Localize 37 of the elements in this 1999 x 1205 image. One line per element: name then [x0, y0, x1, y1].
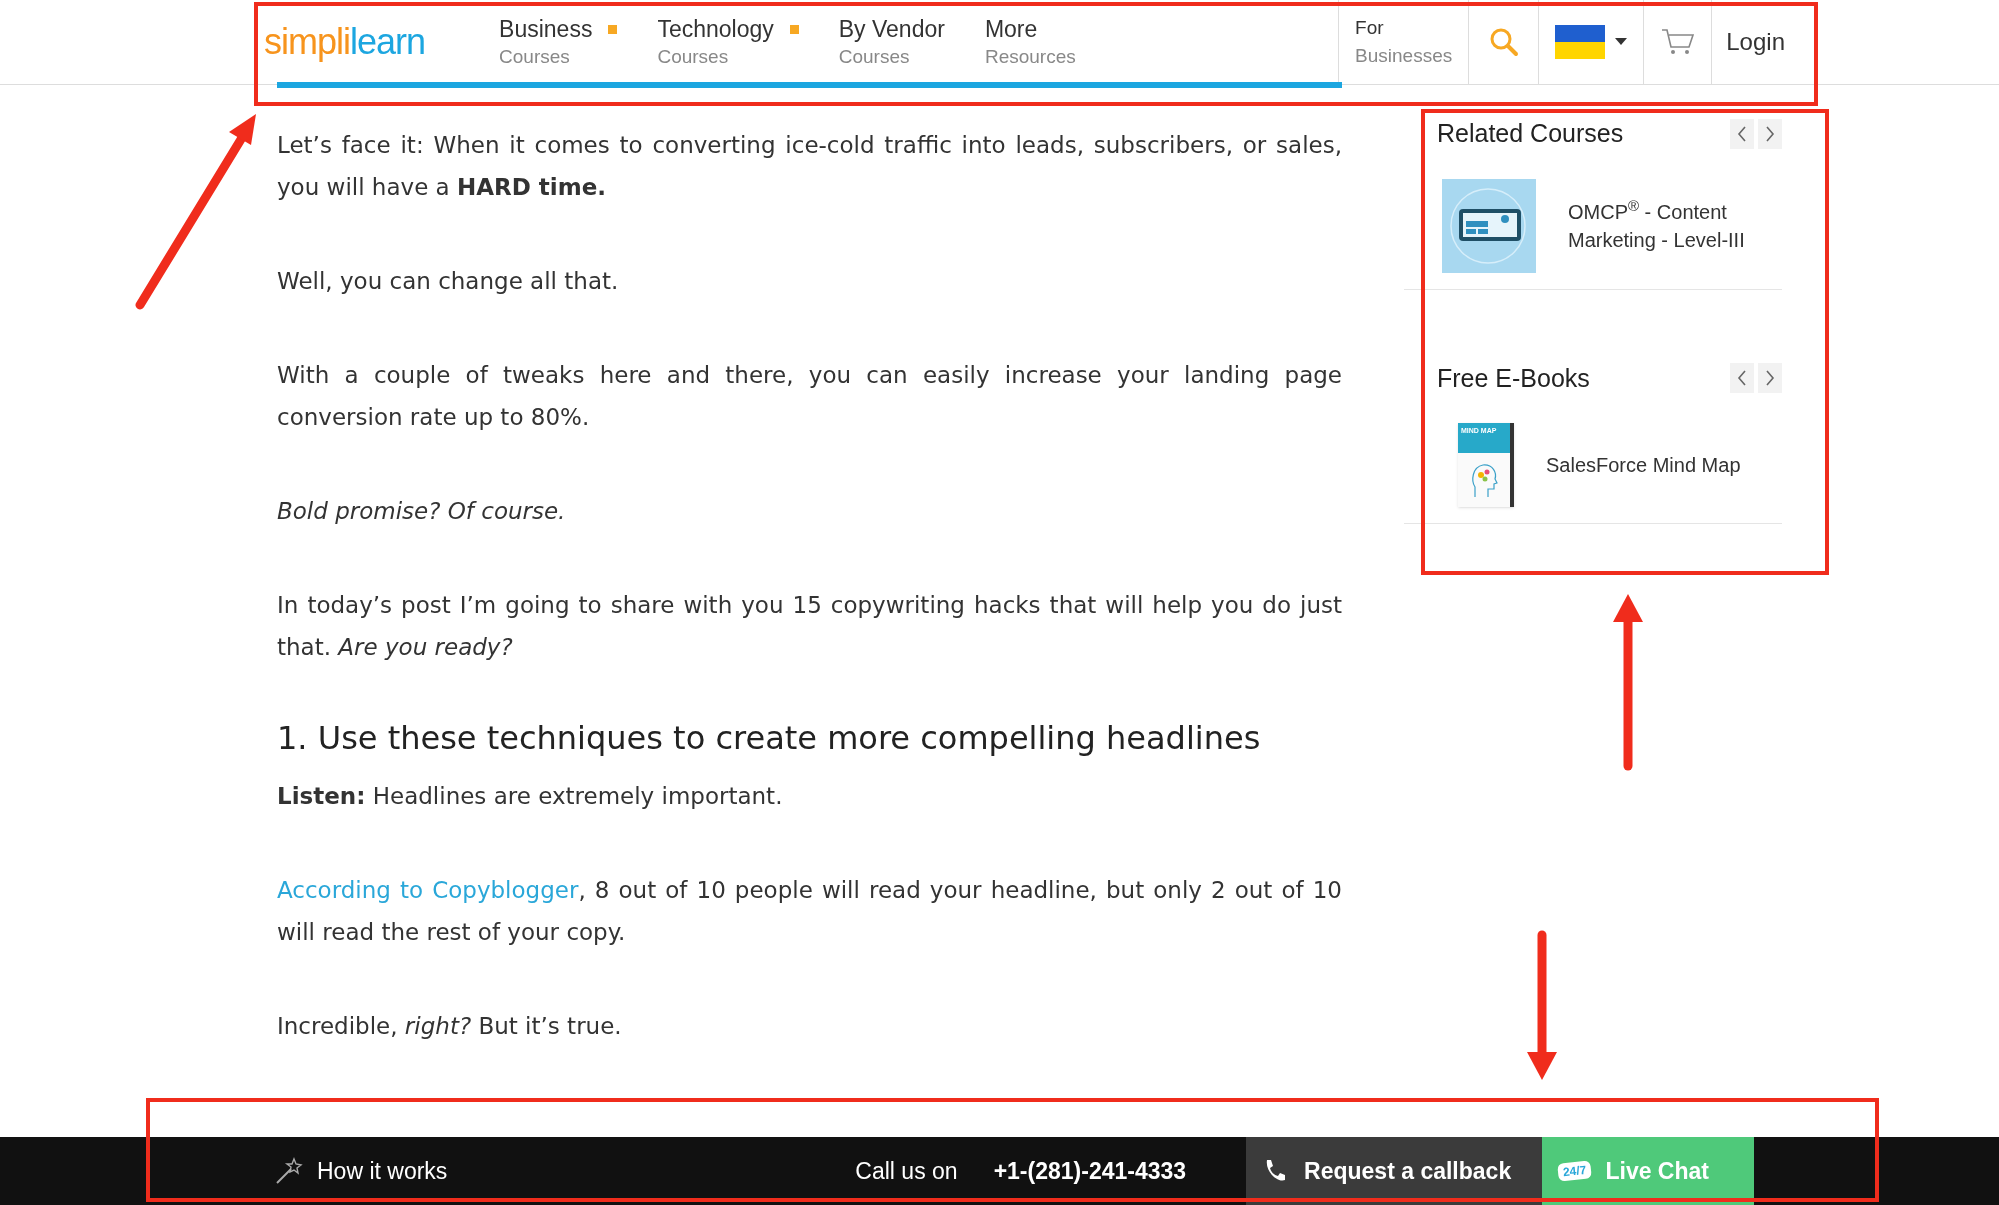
paragraph: In today’s post I’m going to share with you 15 copywriting hacks that will help you do just that. Are you ready?	[277, 591, 1342, 662]
next-button[interactable]	[1758, 118, 1782, 149]
paragraph: Incredible, right? But it’s true.	[277, 1012, 623, 1041]
chevron-left-icon	[1737, 124, 1747, 143]
flag-icon	[1555, 25, 1606, 59]
paragraph: According to Copyblogger, 8 out of 10 people will read your headline, but only 2 out of 10 will read the rest of your copy.	[277, 876, 1342, 947]
card-title: SalesForce Mind Map	[1546, 453, 1741, 478]
call-label: Call us on	[855, 1156, 958, 1186]
card-title: OMCP$^{®}$ - Content Marketing - Level-III	[1568, 197, 1746, 253]
nav-menu-item[interactable]: More Resources	[970, 0, 1090, 84]
cart-icon	[1660, 27, 1695, 57]
request-callback-button[interactable]: Request a callback	[1246, 1137, 1543, 1205]
chevron-right-icon	[1765, 124, 1775, 143]
caret-down-icon	[1615, 38, 1628, 46]
chevron-left-icon	[1737, 369, 1747, 388]
paragraph: With a couple of tweaks here and there, you can easily increase your landing page conversion rate up to 80%.	[277, 361, 1342, 432]
previous-button[interactable]	[1730, 363, 1754, 394]
widget-title: Free E-Books	[1437, 362, 1590, 394]
paragraph: Well, you can change all that.	[277, 267, 620, 296]
phone-number[interactable]: +1-(281)-241-4333	[993, 1153, 1187, 1189]
paragraph: Bold promise? Of course.	[277, 497, 567, 526]
login-button[interactable]: Login	[1711, 0, 1799, 84]
nav-menu-item[interactable]: Technology Courses	[643, 0, 813, 84]
paragraph: Listen: Headlines are extremely important.	[277, 782, 784, 811]
paragraph: Let’s face it: When it comes to converting ice-cold traffic into leads, subscribers, or sales, you will have a HARD time.	[277, 131, 1342, 202]
search-icon	[1488, 27, 1519, 57]
section-heading: 1. Use these techniques to create more compelling headlines	[277, 720, 1262, 757]
next-button[interactable]	[1758, 363, 1782, 394]
widget-title: Related Courses	[1437, 118, 1624, 149]
nav-menu-item[interactable]: By Vendor Courses	[824, 0, 959, 84]
how-it-works-link[interactable]: How it works	[275, 1137, 448, 1205]
sidebar-card[interactable]: OMCP$^{®}$ - Content Marketing - Level-III	[1404, 152, 1782, 290]
previous-button[interactable]	[1730, 118, 1754, 149]
chat-badge: 24/7	[1557, 1160, 1593, 1182]
nav-menu-item[interactable]: Business Courses	[485, 0, 632, 84]
chevron-right-icon	[1765, 369, 1775, 388]
magic-wand-icon	[275, 1157, 303, 1185]
